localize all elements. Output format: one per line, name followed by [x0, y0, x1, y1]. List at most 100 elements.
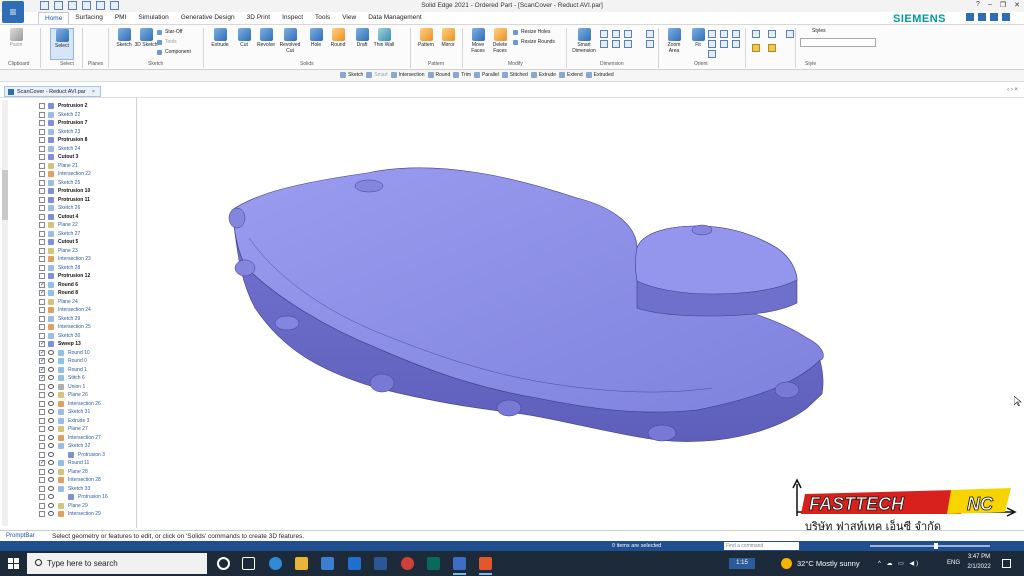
- tree-item[interactable]: Cutout 5: [0, 238, 136, 247]
- tree-checkbox[interactable]: [39, 171, 45, 177]
- sketch-button[interactable]: Sketch: [112, 28, 136, 49]
- visibility-eye-icon[interactable]: [48, 451, 54, 457]
- tree-item[interactable]: Stitch 6: [0, 374, 136, 383]
- tree-item[interactable]: Sketch 33: [0, 485, 136, 494]
- cmdbar-stitched-option[interactable]: Stitched: [501, 72, 528, 78]
- visibility-eye-icon[interactable]: [48, 409, 54, 414]
- visibility-eye-icon[interactable]: [48, 511, 54, 516]
- tab-tools[interactable]: Tools: [309, 12, 336, 24]
- tab-pmi[interactable]: PMI: [109, 12, 133, 24]
- tree-checkbox[interactable]: [39, 324, 45, 330]
- visibility-eye-icon[interactable]: [48, 460, 54, 465]
- cut-button[interactable]: Cut: [232, 28, 256, 49]
- tree-item[interactable]: Sketch 32: [0, 442, 136, 451]
- tree-item[interactable]: Protrusion 16: [0, 493, 136, 502]
- tab-data-management[interactable]: Data Management: [362, 12, 427, 24]
- tree-item[interactable]: Intersection 25: [0, 323, 136, 332]
- question-icon[interactable]: [990, 13, 998, 21]
- close-tab-icon[interactable]: ×: [92, 89, 95, 95]
- visibility-eye-icon[interactable]: [48, 477, 54, 482]
- tree-checkbox[interactable]: [39, 230, 45, 237]
- find-command-box[interactable]: Find a command: [724, 542, 799, 550]
- tree-item[interactable]: Sweep 13: [0, 340, 136, 349]
- mail-icon[interactable]: [348, 557, 361, 570]
- tree-checkbox[interactable]: [39, 247, 45, 254]
- tree-checkbox[interactable]: [39, 128, 45, 135]
- tree-checkbox[interactable]: [39, 137, 45, 143]
- tab-3d-print[interactable]: 3D Print: [241, 12, 276, 24]
- tree-item[interactable]: Intersection 26: [0, 400, 136, 409]
- tab-generative-design[interactable]: Generative Design: [175, 12, 241, 24]
- tree-item[interactable]: Round 10: [0, 349, 136, 358]
- tree-item[interactable]: Sketch 25: [0, 179, 136, 188]
- tree-item[interactable]: Cutout 3: [0, 153, 136, 162]
- tree-checkbox[interactable]: [39, 188, 45, 194]
- shaded-icon[interactable]: [732, 30, 740, 38]
- view-icon[interactable]: [720, 40, 728, 48]
- select-button[interactable]: Select: [50, 28, 74, 60]
- tree-item[interactable]: Protrusion 10: [0, 187, 136, 196]
- tree-checkbox[interactable]: [39, 264, 45, 271]
- dimension-tool-icon[interactable]: [600, 30, 608, 38]
- zoom-out-icon[interactable]: [708, 40, 716, 48]
- star-off-button[interactable]: Star-Off: [157, 29, 182, 36]
- tree-checkbox[interactable]: [39, 502, 45, 509]
- clock-date[interactable]: 2/1/2022: [964, 564, 994, 570]
- tree-item[interactable]: Plane 24: [0, 298, 136, 307]
- tree-checkbox[interactable]: [39, 111, 45, 118]
- clock-time[interactable]: 3:47 PM: [964, 554, 994, 560]
- tree-item[interactable]: Round 6: [0, 281, 136, 290]
- tree-item[interactable]: Intersection 28: [0, 476, 136, 485]
- app-icon[interactable]: [427, 557, 440, 570]
- angle-tool-icon[interactable]: [600, 40, 608, 48]
- visibility-eye-icon[interactable]: [48, 400, 54, 406]
- options-icon[interactable]: [978, 13, 986, 21]
- resize-holes-button[interactable]: Resize Holes: [513, 29, 550, 36]
- appearance-icon[interactable]: [768, 44, 776, 52]
- tree-item[interactable]: Protrusion 8: [0, 136, 136, 145]
- tree-item[interactable]: Sketch 30: [0, 332, 136, 341]
- tree-checkbox[interactable]: [39, 205, 45, 211]
- tree-item[interactable]: Sketch 22: [0, 111, 136, 120]
- tree-item[interactable]: Plane 28: [0, 468, 136, 477]
- tree-item[interactable]: Round 1: [0, 366, 136, 375]
- tree-checkbox[interactable]: [39, 120, 45, 126]
- pattern-button[interactable]: Pattern: [414, 28, 438, 49]
- tree-checkbox[interactable]: [39, 145, 45, 152]
- tree-checkbox[interactable]: [39, 273, 45, 279]
- recorder-icon[interactable]: [479, 557, 492, 570]
- tree-checkbox[interactable]: [39, 222, 45, 228]
- move-faces-button[interactable]: Move Faces: [466, 28, 490, 54]
- notification-icon[interactable]: [1002, 559, 1011, 568]
- tab-simulation[interactable]: Simulation: [132, 12, 174, 24]
- tree-checkbox[interactable]: [39, 383, 45, 390]
- tree-item[interactable]: Round 11: [0, 459, 136, 468]
- tree-checkbox[interactable]: [39, 451, 45, 458]
- cmdbar-extrude-option[interactable]: Extrude: [530, 72, 556, 78]
- tree-checkbox[interactable]: [39, 289, 45, 297]
- tree-item[interactable]: Plane 27: [0, 425, 136, 434]
- tree-item[interactable]: Cutout 4: [0, 213, 136, 222]
- visibility-eye-icon[interactable]: [48, 468, 54, 474]
- tree-item[interactable]: Protrusion 12: [0, 272, 136, 281]
- pan-icon[interactable]: [708, 50, 716, 58]
- cortana-icon[interactable]: [217, 557, 230, 570]
- tree-checkbox[interactable]: [39, 103, 45, 109]
- maximize-button[interactable]: ❐: [1000, 1, 1006, 9]
- tree-item[interactable]: Sketch 26: [0, 204, 136, 213]
- tree-item[interactable]: Sketch 27: [0, 230, 136, 239]
- hole-button[interactable]: Hole: [304, 28, 328, 49]
- fit-button[interactable]: Fit: [686, 28, 710, 49]
- part-model[interactable]: [137, 98, 1024, 528]
- tree-checkbox[interactable]: [39, 494, 45, 500]
- cmdbar-intersection-option[interactable]: Intersection: [390, 72, 425, 78]
- edge-icon[interactable]: [269, 557, 282, 570]
- visibility-eye-icon[interactable]: [48, 366, 54, 372]
- tab-inspect[interactable]: Inspect: [276, 12, 309, 24]
- tree-checkbox[interactable]: [39, 459, 45, 467]
- visibility-eye-icon[interactable]: [48, 417, 54, 423]
- visibility-eye-icon[interactable]: [48, 358, 54, 363]
- tree-checkbox[interactable]: [39, 417, 45, 424]
- recording-time[interactable]: 1:15: [729, 558, 755, 569]
- tab-view[interactable]: View: [336, 12, 362, 24]
